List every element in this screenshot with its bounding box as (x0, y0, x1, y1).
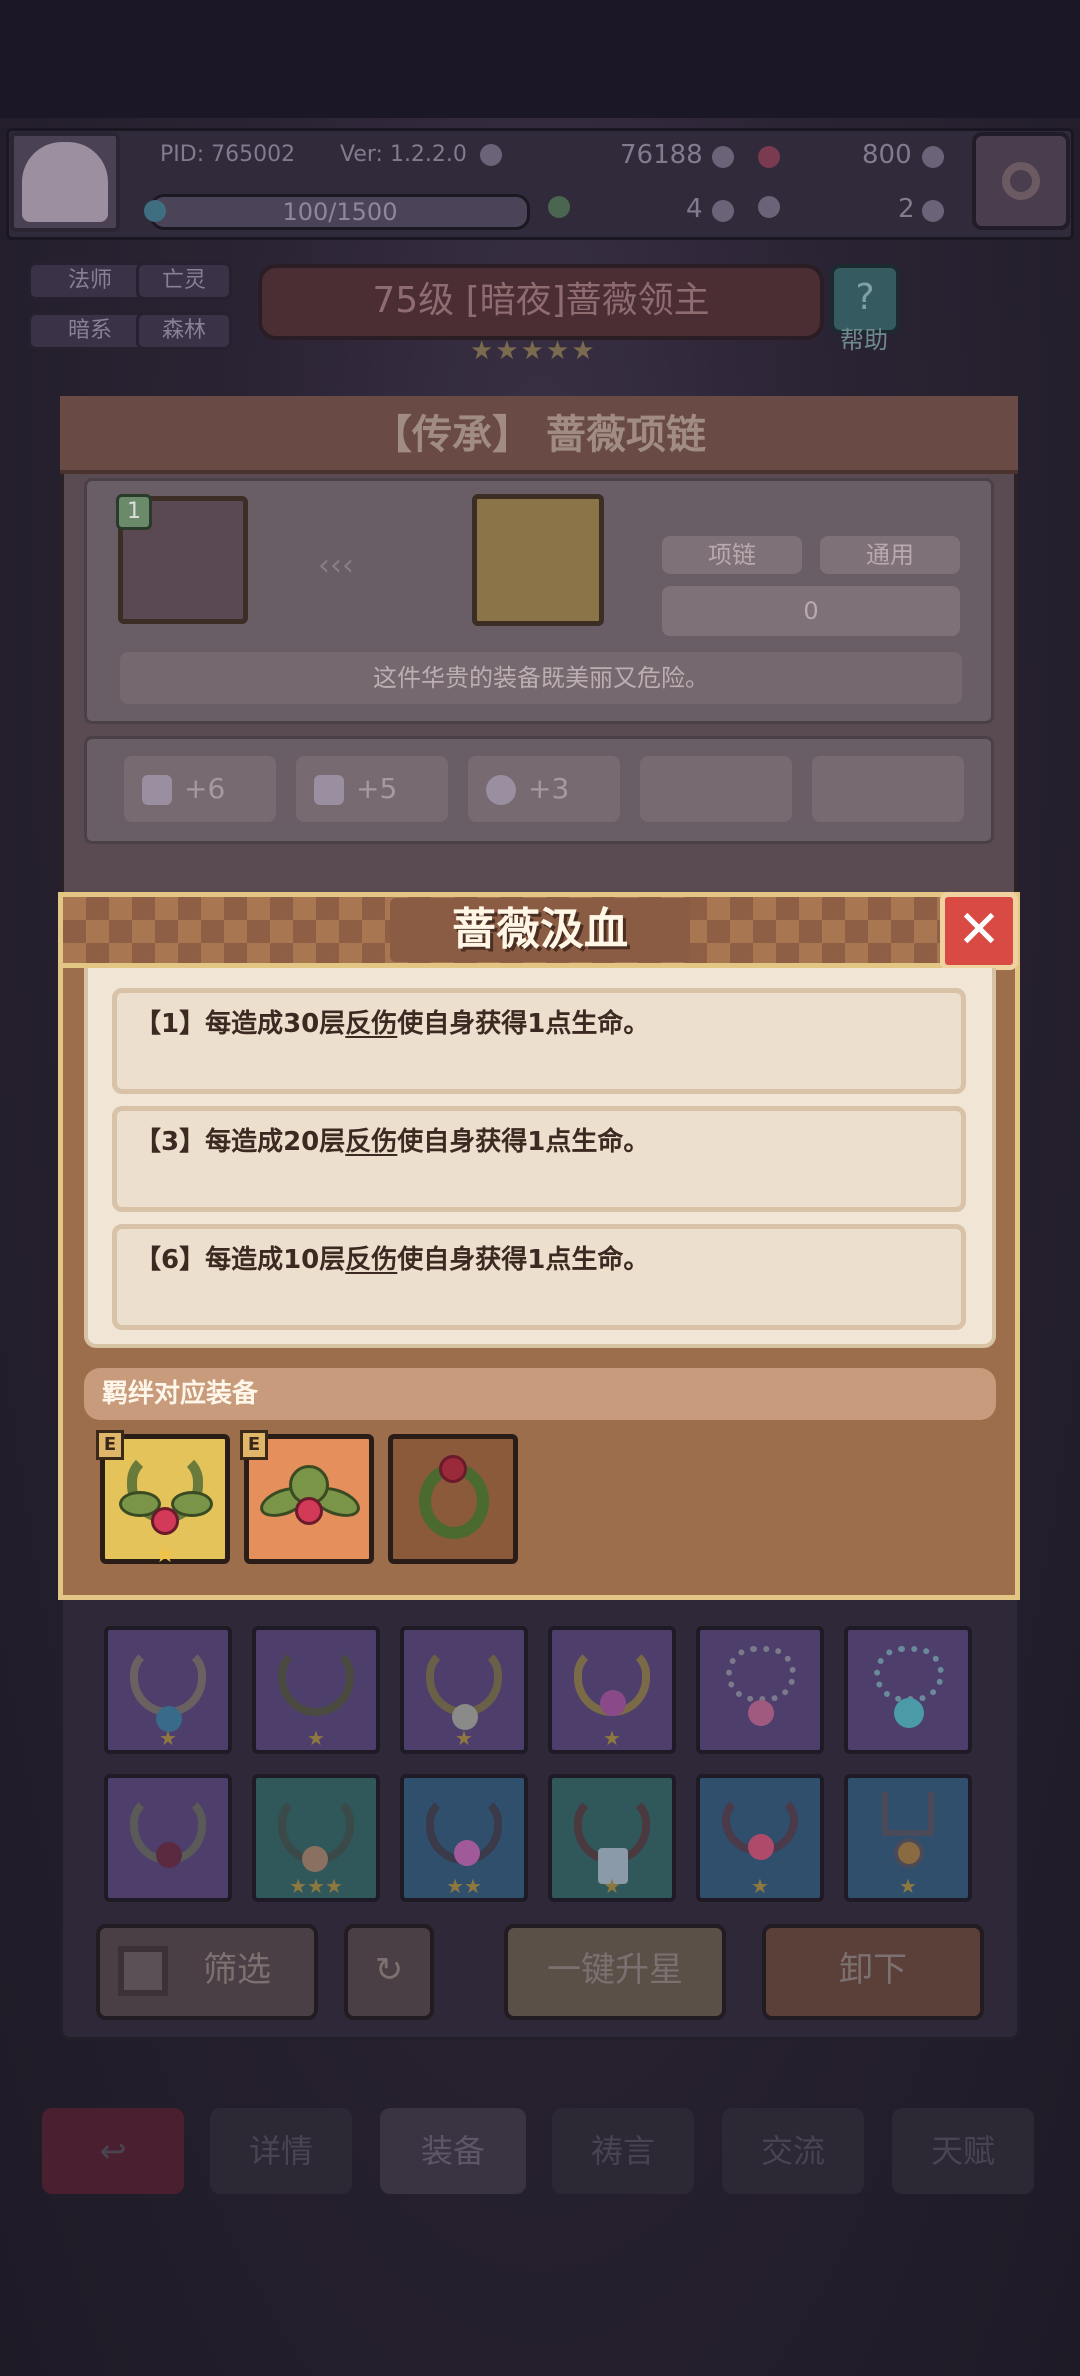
gold-count: 76188 (620, 140, 703, 170)
stamina-icon (144, 200, 166, 222)
equipment-slot[interactable]: ★ (696, 1774, 824, 1902)
equipment-slot[interactable]: ★ (104, 1626, 232, 1754)
rose-gem-icon (295, 1497, 323, 1525)
stat-scroll: +5 (296, 756, 448, 822)
stat-empty-2 (812, 756, 964, 822)
gold-icon (712, 146, 734, 168)
hero-level-badge: 1 (116, 494, 152, 530)
keyword-link[interactable]: 反伤 (345, 1245, 397, 1275)
necklace-item-slot[interactable] (472, 494, 604, 626)
scroll-icon (314, 775, 344, 805)
back-button[interactable]: ↩ (42, 2108, 184, 2194)
gear-icon (1002, 162, 1040, 200)
clover-icon (548, 196, 570, 218)
effect-card-1: 【1】每造成30层反伤使自身获得1点生命。 (112, 988, 966, 1094)
unequip-button[interactable]: 卸下 (762, 1924, 984, 2020)
equipment-slot[interactable]: ★★ (400, 1774, 528, 1902)
book-icon (142, 775, 172, 805)
refresh-icon: ↻ (374, 1950, 404, 1990)
boss-stars: ★★★★★ (470, 336, 597, 366)
stat-heart: +3 (468, 756, 620, 822)
help-label: 帮助 (840, 326, 888, 354)
tab-prayer[interactable]: 祷言 (552, 2108, 694, 2194)
equipment-slot[interactable]: ★ (548, 1626, 676, 1754)
help-icon: ? (855, 277, 875, 318)
bond-label-bar: 羁绊对应装备 (84, 1368, 996, 1420)
music-note-icon (758, 196, 780, 218)
upgrade-all-button[interactable]: 一键升星 (504, 1924, 726, 2020)
bond-item-ring[interactable] (388, 1434, 518, 1564)
arrow-left-icon: ‹‹‹ (318, 548, 354, 583)
rarity-badge: E (96, 1430, 124, 1460)
filter-button[interactable]: 筛选 (96, 1924, 318, 2020)
boss-title-banner: 75级 [暗夜]蔷薇领主 (258, 264, 824, 340)
close-icon: ✕ (957, 900, 1001, 960)
equipment-slot[interactable]: ★ (548, 1774, 676, 1902)
tag-mage: 法师 (28, 262, 152, 300)
effect-text-6: 【6】每造成10层反伤使自身获得1点生命。 (135, 1245, 650, 1275)
grid-icon (118, 1946, 168, 1996)
gem-icon (758, 146, 780, 168)
rose-gem-icon (439, 1455, 467, 1483)
equipment-slot[interactable] (844, 1626, 972, 1754)
item-description: 这件华贵的装备既美丽又危险。 (120, 652, 962, 704)
stat-empty-1 (640, 756, 792, 822)
equipment-slot[interactable]: ★★★ (252, 1774, 380, 1902)
settings-dot-icon (480, 144, 502, 166)
keyword-link[interactable]: 反伤 (345, 1009, 397, 1039)
effect-card-3: 【3】每造成20层反伤使自身获得1点生命。 (112, 1106, 966, 1212)
equipment-slot[interactable]: ★ (252, 1626, 380, 1754)
clover-count: 4 (686, 194, 703, 224)
tab-equipment[interactable]: 装备 (380, 2108, 526, 2194)
stamina-bar: 100/1500 (150, 194, 530, 230)
equipment-slot[interactable] (696, 1626, 824, 1754)
tag-dark: 暗系 (28, 312, 152, 350)
rose-gem-icon (151, 1507, 179, 1535)
item-title: 【传承】 蔷薇项链 (372, 412, 706, 458)
bond-label: 羁绊对应装备 (102, 1379, 259, 1409)
top-bar-background (0, 0, 1080, 118)
item-count: 0 (662, 586, 960, 636)
settings-button[interactable] (972, 132, 1070, 230)
item-panel-header: 【传承】 蔷薇项链 (60, 396, 1018, 474)
music-count: 2 (898, 194, 915, 224)
modal-title-plate: 蔷薇汲血 (390, 898, 690, 962)
item-type-chip: 项链 (662, 536, 802, 574)
keyword-link[interactable]: 反伤 (345, 1127, 397, 1157)
tag-forest: 森林 (136, 312, 232, 350)
heart-icon (486, 775, 516, 805)
gem-count: 800 (862, 140, 912, 170)
back-arrow-icon: ↩ (99, 2132, 127, 2170)
refresh-button[interactable]: ↻ (344, 1924, 434, 2020)
player-id: PID: 765002 (160, 142, 296, 167)
tab-details[interactable]: 详情 (210, 2108, 352, 2194)
tab-talent[interactable]: 天赋 (892, 2108, 1034, 2194)
stat-book: +6 (124, 756, 276, 822)
modal-title: 蔷薇汲血 (452, 904, 628, 955)
star-icon: ★ (154, 1540, 176, 1568)
avatar (22, 142, 108, 222)
version-label: Ver: 1.2.2.0 (340, 142, 467, 167)
close-button[interactable]: ✕ (940, 892, 1018, 970)
tab-exchange[interactable]: 交流 (722, 2108, 864, 2194)
add-gem-icon[interactable] (922, 146, 944, 168)
effect-text-3: 【3】每造成20层反伤使自身获得1点生命。 (135, 1127, 650, 1157)
rarity-badge: E (240, 1430, 268, 1460)
add-music-icon[interactable] (922, 200, 944, 222)
item-class-chip: 通用 (820, 536, 960, 574)
tag-undead: 亡灵 (136, 262, 232, 300)
add-clover-icon[interactable] (712, 200, 734, 222)
equipment-slot[interactable] (104, 1774, 232, 1902)
equipment-slot[interactable]: ★ (844, 1774, 972, 1902)
stamina-value: 100/1500 (282, 198, 398, 226)
equipment-slot[interactable]: ★ (400, 1626, 528, 1754)
effect-text-1: 【1】每造成30层反伤使自身获得1点生命。 (135, 1009, 650, 1039)
effect-card-6: 【6】每造成10层反伤使自身获得1点生命。 (112, 1224, 966, 1330)
